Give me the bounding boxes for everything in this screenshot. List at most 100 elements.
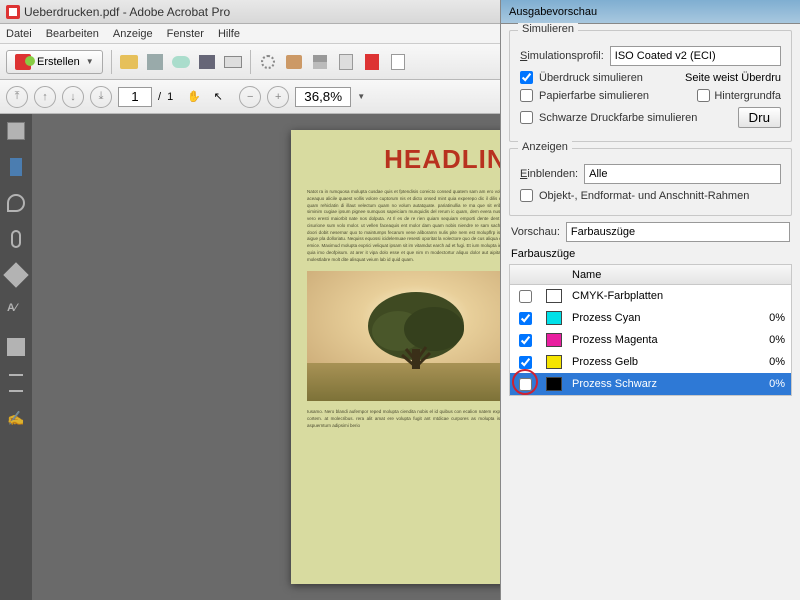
preview-select[interactable]: Farbauszüge bbox=[566, 222, 790, 242]
separation-name: CMYK-Farbplatten bbox=[568, 290, 761, 302]
page-body: Natot ra in rumquosa molupta cusdae quis… bbox=[307, 189, 525, 430]
page-image bbox=[307, 271, 525, 401]
pages-panel-icon[interactable] bbox=[7, 122, 25, 140]
separation-row[interactable]: Prozess Magenta0% bbox=[510, 329, 791, 351]
separation-row[interactable]: CMYK-Farbplatten bbox=[510, 285, 791, 307]
overprint-label: Überdruck simulieren bbox=[539, 72, 643, 84]
create-button[interactable]: Erstellen ▼ bbox=[6, 50, 103, 74]
backgroundcolor-checkbox[interactable] bbox=[697, 89, 710, 102]
blackink-label: Schwarze Druckfarbe simulieren bbox=[539, 112, 697, 124]
zoom-input[interactable] bbox=[295, 87, 351, 107]
open-icon[interactable] bbox=[120, 53, 138, 71]
select-tool-icon[interactable]: ↖ bbox=[209, 88, 227, 106]
separation-row[interactable]: Prozess Gelb0% bbox=[510, 351, 791, 373]
pdf-file-icon bbox=[6, 5, 20, 19]
zoom-in-icon[interactable]: + bbox=[267, 86, 289, 108]
separation-pct: 0% bbox=[761, 378, 791, 390]
next-page-icon[interactable]: ↓ bbox=[62, 86, 84, 108]
menu-file[interactable]: Datei bbox=[6, 28, 32, 40]
export-pdf-icon[interactable] bbox=[363, 53, 381, 71]
signature-panel-icon[interactable]: ✍ bbox=[7, 410, 25, 428]
simulation-profile-select[interactable]: ISO Coated v2 (ECI) bbox=[610, 46, 781, 66]
boxes-checkbox[interactable] bbox=[520, 189, 533, 202]
menu-view[interactable]: Anzeige bbox=[113, 28, 153, 40]
paragraph: Natot ra in rumquosa molupta cusdae quis… bbox=[307, 189, 525, 263]
simulate-group: Simulieren SSimulationsprofil:imulations… bbox=[509, 30, 792, 142]
save-icon[interactable] bbox=[146, 53, 164, 71]
overprint-checkbox[interactable] bbox=[520, 71, 533, 84]
paragraph: Iusamo. Nero blandi aufempor reped molup… bbox=[307, 409, 525, 429]
group-label: Simulieren bbox=[518, 23, 578, 35]
order-icon[interactable] bbox=[9, 374, 23, 392]
email-icon[interactable] bbox=[224, 53, 242, 71]
papercolor-label: Papierfarbe simulieren bbox=[539, 90, 649, 102]
separation-checkbox[interactable] bbox=[519, 378, 532, 391]
left-sidebar: A⁄ ✍ bbox=[0, 114, 32, 600]
scan-icon[interactable] bbox=[337, 53, 355, 71]
sign-icon[interactable] bbox=[285, 53, 303, 71]
separation-name: Prozess Gelb bbox=[568, 356, 761, 368]
color-swatch-icon bbox=[546, 355, 562, 369]
separations-header: Name bbox=[510, 265, 791, 285]
menu-edit[interactable]: Bearbeiten bbox=[46, 28, 99, 40]
zoom-out-icon[interactable]: − bbox=[239, 86, 261, 108]
blackink-checkbox[interactable] bbox=[520, 111, 533, 124]
group-label: Anzeigen bbox=[518, 141, 572, 153]
separation-row[interactable]: Prozess Cyan0% bbox=[510, 307, 791, 329]
text-effects-icon[interactable]: A⁄ bbox=[7, 302, 25, 320]
simulation-profile-label: SSimulationsprofil:imulationsprofil: bbox=[520, 50, 604, 62]
boxes-label: Objekt-, Endformat- und Anschnitt-Rahmen bbox=[539, 190, 749, 202]
separator bbox=[250, 50, 251, 74]
settings-icon[interactable] bbox=[259, 53, 277, 71]
prev-page-icon[interactable]: ↑ bbox=[34, 86, 56, 108]
layers-icon[interactable] bbox=[3, 262, 28, 287]
ink-manager-button[interactable]: Dru bbox=[738, 107, 781, 128]
separator bbox=[111, 50, 112, 74]
separation-name: Prozess Magenta bbox=[568, 334, 761, 346]
color-swatch-icon bbox=[546, 311, 562, 325]
tags-icon[interactable] bbox=[7, 338, 25, 356]
separations-group-label: Farbauszüge bbox=[511, 248, 575, 260]
first-page-icon[interactable]: ⤒ bbox=[6, 86, 28, 108]
print-icon[interactable] bbox=[198, 53, 216, 71]
separation-pct: 0% bbox=[761, 334, 791, 346]
chevron-down-icon: ▼ bbox=[86, 57, 94, 66]
text-icon[interactable] bbox=[389, 53, 407, 71]
stamp-icon[interactable] bbox=[311, 53, 329, 71]
page-headline: HEADLINE bbox=[307, 144, 525, 175]
menu-window[interactable]: Fenster bbox=[167, 28, 204, 40]
create-label: Erstellen bbox=[37, 56, 80, 68]
page-shows-overprint-label: Seite weist Überdru bbox=[685, 72, 781, 84]
menu-help[interactable]: Hilfe bbox=[218, 28, 240, 40]
separation-row[interactable]: Prozess Schwarz0% bbox=[510, 373, 791, 395]
separation-pct: 0% bbox=[761, 312, 791, 324]
separations-list: Name CMYK-FarbplattenProzess Cyan0%Proze… bbox=[509, 264, 792, 396]
separation-checkbox[interactable] bbox=[519, 312, 532, 325]
backgroundcolor-label: Hintergrundfa bbox=[714, 90, 781, 102]
einblenden-label: Einblenden: bbox=[520, 168, 578, 180]
attachments-icon[interactable] bbox=[11, 230, 21, 248]
history-icon[interactable] bbox=[7, 194, 25, 212]
color-swatch-icon bbox=[546, 333, 562, 347]
output-preview-panel: Ausgabevorschau Simulieren SSimulationsp… bbox=[500, 0, 800, 600]
separation-checkbox[interactable] bbox=[519, 290, 532, 303]
panel-title: Ausgabevorschau bbox=[501, 0, 800, 24]
page-total: 1 bbox=[167, 91, 173, 103]
header-name: Name bbox=[568, 269, 791, 281]
cloud-icon[interactable] bbox=[172, 53, 190, 71]
color-swatch-icon bbox=[546, 289, 562, 303]
show-group: Anzeigen Einblenden: Einblenden: Alle Ob… bbox=[509, 148, 792, 216]
separation-pct: 0% bbox=[761, 356, 791, 368]
color-swatch-icon bbox=[546, 377, 562, 391]
hand-tool-icon[interactable]: ✋ bbox=[185, 88, 203, 106]
window-title: Ueberdrucken.pdf - Adobe Acrobat Pro bbox=[24, 5, 230, 19]
einblenden-select[interactable]: Alle bbox=[584, 164, 781, 184]
bookmarks-panel-icon[interactable] bbox=[10, 158, 22, 176]
separation-checkbox[interactable] bbox=[519, 334, 532, 347]
page-number-input[interactable] bbox=[118, 87, 152, 107]
papercolor-checkbox[interactable] bbox=[520, 89, 533, 102]
page-sep: / bbox=[158, 91, 161, 103]
chevron-down-icon[interactable]: ▼ bbox=[357, 92, 365, 101]
last-page-icon[interactable]: ⤓ bbox=[90, 86, 112, 108]
separation-checkbox[interactable] bbox=[519, 356, 532, 369]
